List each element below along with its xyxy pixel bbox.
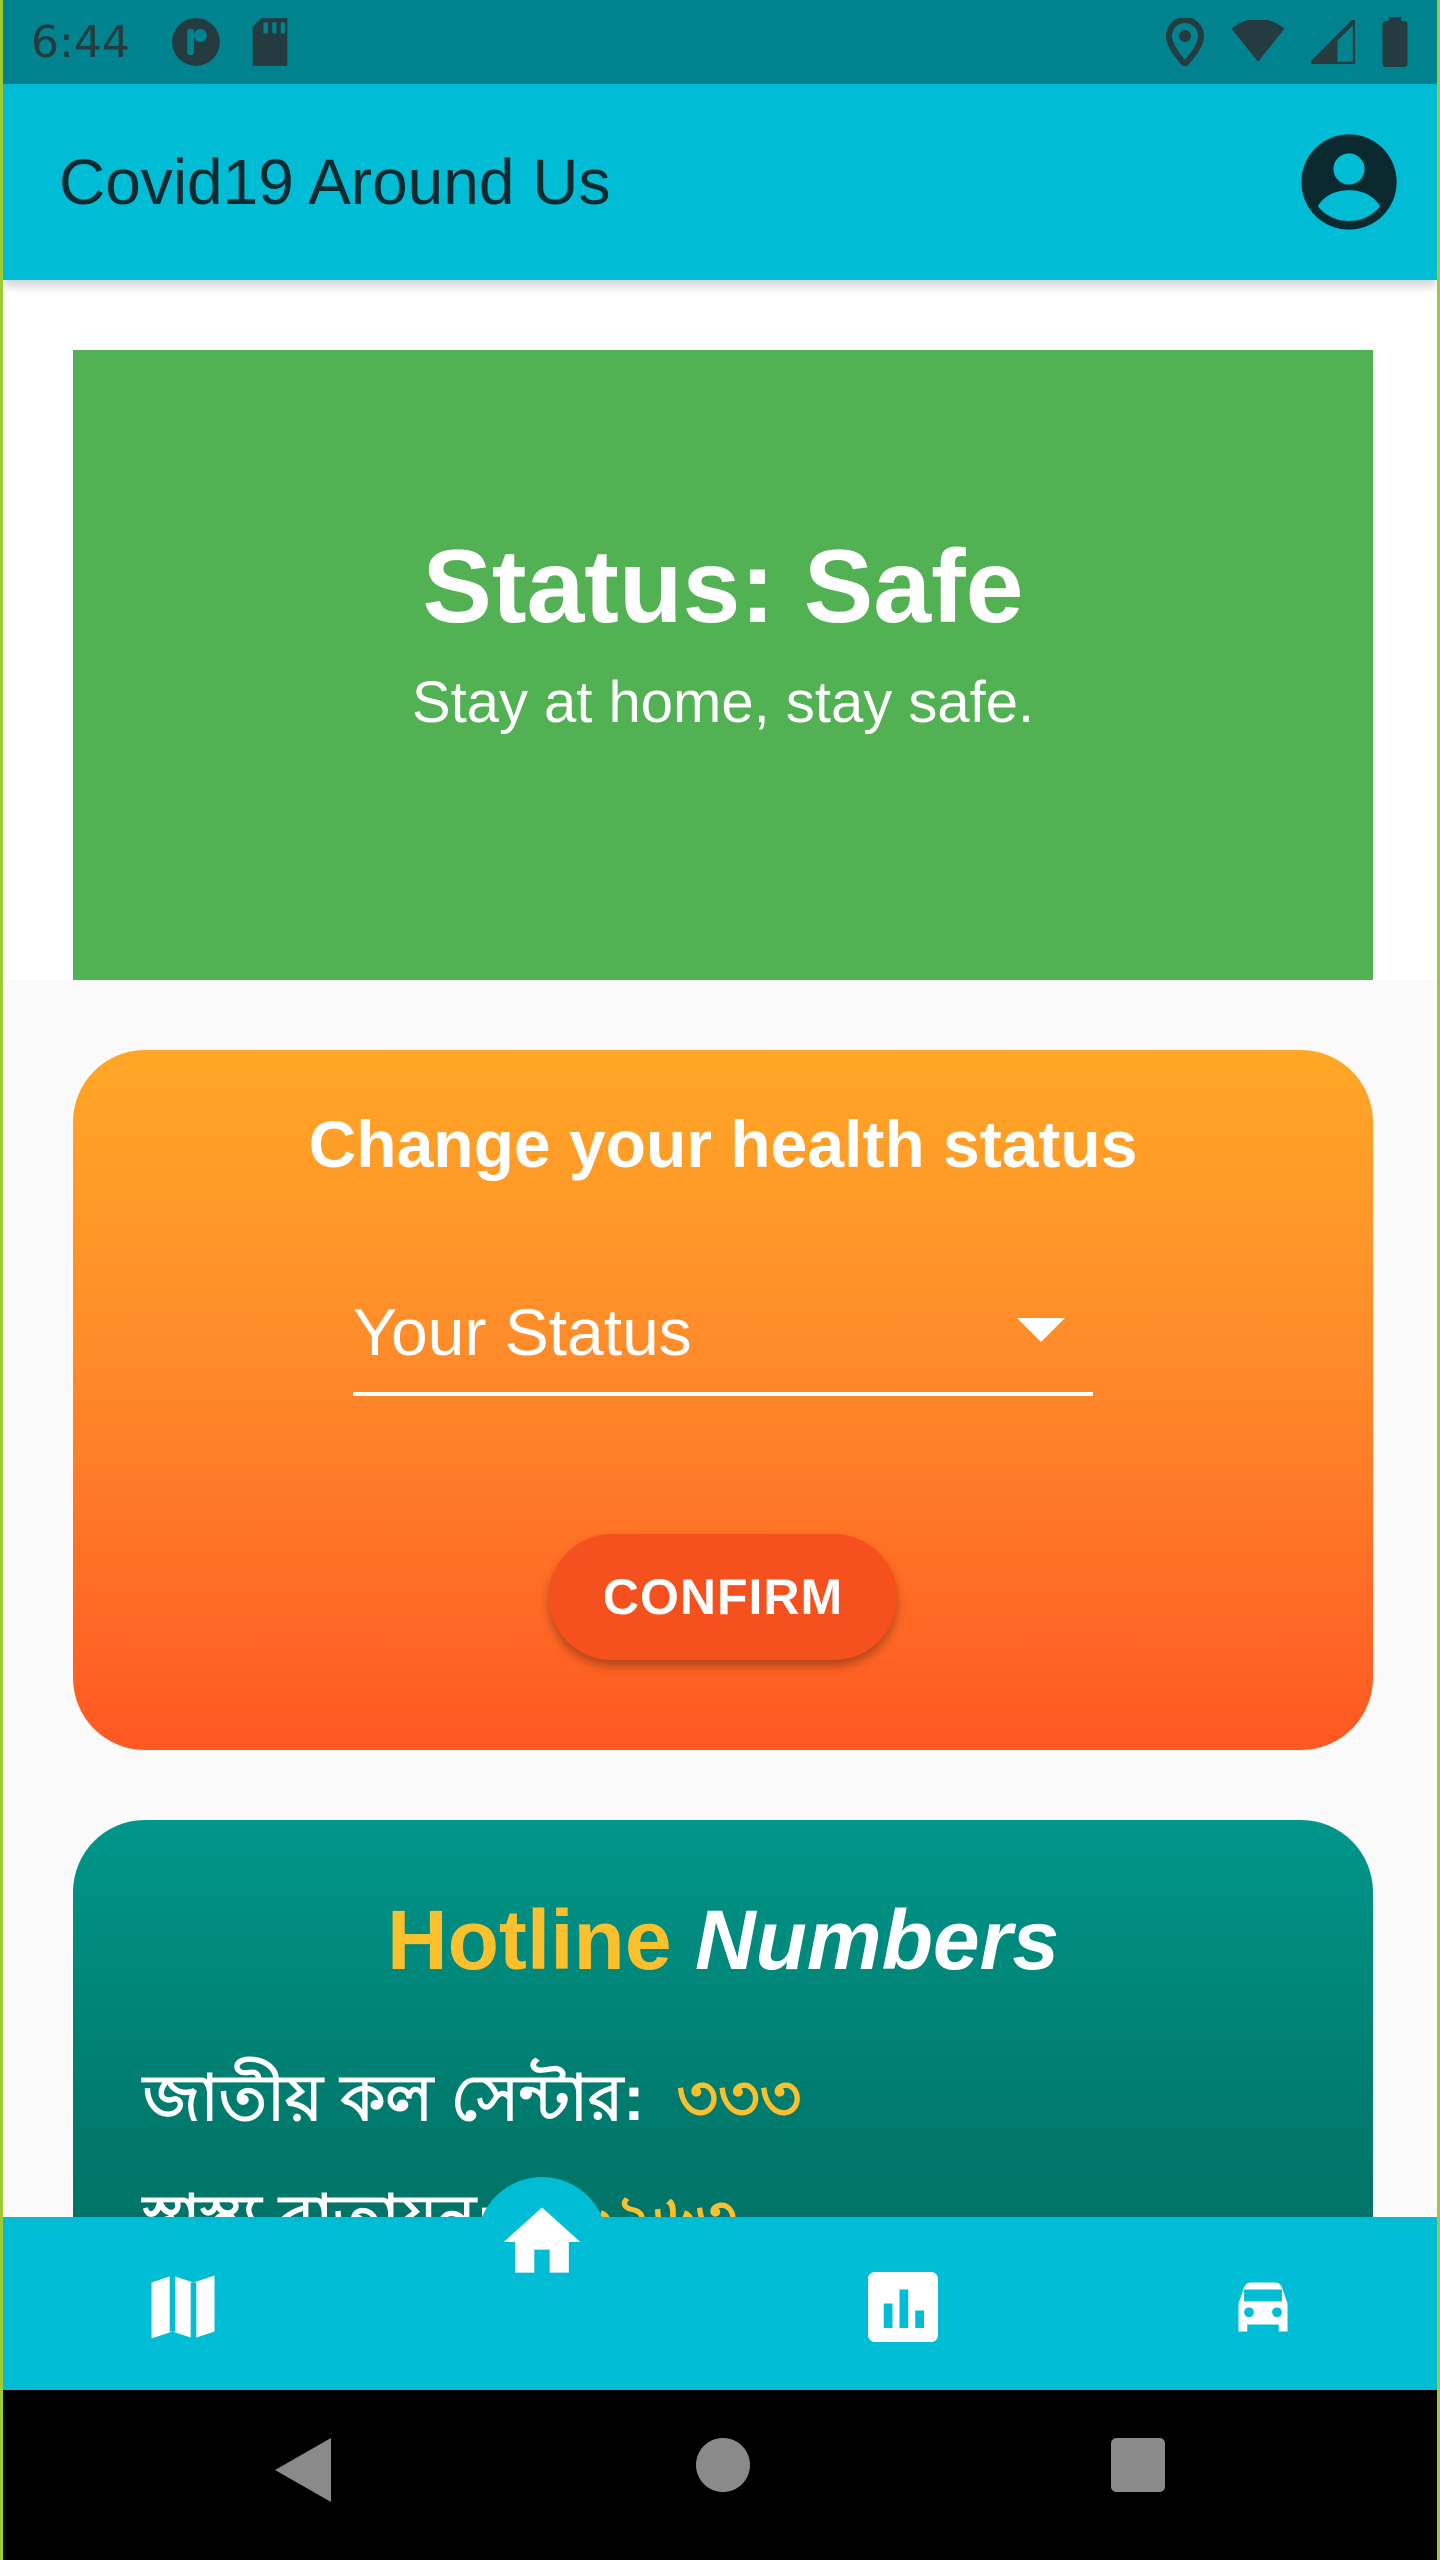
confirm-button[interactable]: CONFIRM (549, 1534, 897, 1660)
nav-home[interactable] (477, 2177, 607, 2307)
back-button[interactable] (275, 2438, 331, 2507)
account-circle-icon (1301, 134, 1397, 230)
status-card: Status: Safe Stay at home, stay safe. (73, 350, 1373, 980)
home-circle-icon (696, 2438, 750, 2492)
status-subtitle: Stay at home, stay safe. (411, 670, 1035, 735)
health-status-card: Change your health status Your Status CO… (73, 1050, 1373, 1750)
bottom-navigation (3, 2177, 1437, 2390)
app-notification-icon (170, 16, 222, 68)
health-card-title: Change your health status (308, 1107, 1138, 1181)
recents-icon (1111, 2438, 1165, 2492)
app-screen: 6:44 Covid19 Around Us Status: Safe Stay… (0, 0, 1440, 2560)
dropdown-arrow-icon (1017, 1317, 1065, 1348)
hotline-label: জাতীয় কল সেন্টার: (143, 2062, 645, 2134)
map-icon (151, 2275, 215, 2339)
hotline-heading-accent: Hotline (386, 1893, 672, 1987)
location-icon (1165, 18, 1205, 66)
hotline-number[interactable]: ৩৩৩ (677, 2050, 802, 2157)
battery-icon (1381, 17, 1409, 67)
recents-button[interactable] (1111, 2438, 1165, 2497)
nav-map[interactable] (141, 2265, 225, 2349)
nav-transport[interactable] (1221, 2265, 1305, 2349)
system-navigation-bar (3, 2390, 1437, 2560)
bar-chart-icon (868, 2272, 938, 2342)
back-icon (275, 2438, 331, 2502)
status-dropdown[interactable]: Your Status (353, 1280, 1093, 1396)
status-dropdown-value: Your Status (353, 1295, 692, 1369)
status-bar: 6:44 (3, 0, 1437, 84)
home-system-button[interactable] (696, 2438, 750, 2497)
hotline-row[interactable]: জাতীয় কল সেন্টার: ৩৩৩ (143, 2050, 801, 2157)
hotline-heading: Hotline Numbers (73, 1892, 1373, 1989)
nav-stats[interactable] (861, 2265, 945, 2349)
app-title: Covid19 Around Us (59, 146, 611, 218)
home-icon (503, 2207, 581, 2273)
wifi-icon (1231, 20, 1285, 64)
app-bar: Covid19 Around Us (3, 84, 1437, 280)
status-time: 6:44 (31, 16, 130, 68)
account-button[interactable] (1297, 130, 1401, 234)
car-icon (1238, 2282, 1288, 2332)
signal-icon (1311, 20, 1355, 64)
status-title: Status: Safe (422, 529, 1024, 645)
hotline-heading-rest: Numbers (694, 1893, 1060, 1987)
sd-card-icon (248, 16, 292, 68)
